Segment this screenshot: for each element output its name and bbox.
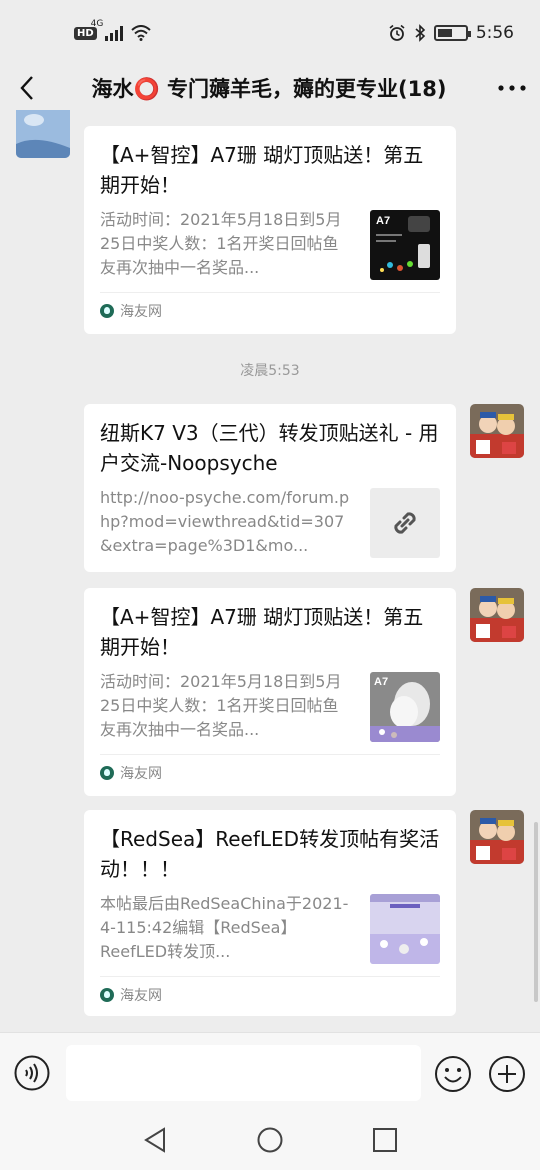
source-name: 海友网	[120, 987, 162, 1004]
self-avatar[interactable]	[470, 810, 524, 864]
card-description: http://noo-psyche.com/forum.php?mod=view…	[100, 488, 350, 555]
message-input[interactable]	[66, 1045, 421, 1101]
card-title: 【RedSea】ReefLED转发顶帖有奖活动！！！	[100, 827, 440, 881]
clock: 5:56	[475, 23, 514, 43]
source-name: 海友网	[120, 303, 162, 320]
message-list[interactable]: 【A+智控】A7珊 瑚灯顶贴送！第五期开始！ 活动时间：2021年5月18日到5…	[0, 110, 540, 1032]
avatar-image	[16, 110, 70, 158]
chat-header: 海水⭕ 专门薅羊毛，薅的更专业(18)	[0, 66, 540, 110]
link-card[interactable]: 【RedSea】ReefLED转发顶帖有奖活动！！！ 本帖最后由RedSeaCh…	[84, 810, 456, 1016]
card-thumbnail: A7	[370, 672, 440, 742]
scrollbar[interactable]	[534, 822, 538, 1002]
link-placeholder	[370, 488, 440, 558]
link-icon	[394, 512, 416, 534]
status-right: 5:56	[388, 23, 514, 43]
source-logo-icon	[100, 303, 114, 318]
avatar-image	[470, 588, 524, 642]
back-triangle-icon[interactable]	[142, 1126, 168, 1154]
card-description: 本帖最后由RedSeaChina于2021-4-115:42编辑【RedSea】…	[100, 894, 349, 961]
voice-icon[interactable]	[14, 1055, 50, 1091]
source-name: 海友网	[120, 765, 162, 782]
self-avatar[interactable]	[470, 404, 524, 458]
more-button[interactable]	[484, 66, 540, 110]
card-thumbnail	[370, 894, 440, 964]
card-description: 活动时间：2021年5月18日到5月25日中奖人数：1名开奖日回帖鱼友再次抽中一…	[100, 210, 342, 277]
back-button[interactable]	[0, 66, 54, 110]
alarm-icon	[389, 24, 405, 41]
svg-text:A7: A7	[376, 215, 390, 227]
sender-avatar[interactable]	[16, 110, 70, 158]
status-bar: HD 4G 5:56	[0, 0, 540, 66]
chat-title: 海水⭕ 专门薅羊毛，薅的更专业(18)	[91, 77, 447, 101]
emoji-icon[interactable]	[434, 1055, 472, 1093]
link-card[interactable]: 纽斯K7 V3（三代）转发顶贴送礼 - 用户交流-Noopsyche http:…	[84, 404, 456, 572]
input-bar	[0, 1032, 540, 1112]
card-source: 海友网	[100, 976, 440, 1012]
signal-icon: 4G	[91, 19, 123, 41]
card-title: 【A+智控】A7珊 瑚灯顶贴送！第五期开始！	[100, 143, 424, 197]
chevron-left-icon	[20, 76, 33, 100]
avatar-image	[470, 404, 524, 458]
more-dots-icon	[498, 85, 526, 91]
self-avatar[interactable]	[470, 588, 524, 642]
network-type: 4G	[90, 19, 104, 29]
card-source: 海友网	[100, 754, 440, 790]
bluetooth-icon	[415, 24, 425, 42]
status-left: HD 4G	[74, 19, 151, 41]
link-card[interactable]: 【A+智控】A7珊 瑚灯顶贴送！第五期开始！ 活动时间：2021年5月18日到5…	[84, 588, 456, 796]
card-title: 【A+智控】A7珊 瑚灯顶贴送！第五期开始！	[100, 605, 424, 659]
card-thumbnail: A7	[370, 210, 440, 280]
system-navigation-bar	[0, 1112, 540, 1170]
plus-icon[interactable]	[488, 1055, 526, 1093]
card-source: 海友网	[100, 292, 440, 328]
source-logo-icon	[100, 765, 114, 780]
home-circle-icon[interactable]	[256, 1126, 284, 1154]
wifi-icon	[131, 25, 151, 41]
recents-square-icon[interactable]	[372, 1126, 398, 1154]
battery-icon	[433, 25, 471, 41]
card-description: 活动时间：2021年5月18日到5月25日中奖人数：1名开奖日回帖鱼友再次抽中一…	[100, 672, 342, 739]
link-card[interactable]: 【A+智控】A7珊 瑚灯顶贴送！第五期开始！ 活动时间：2021年5月18日到5…	[84, 126, 456, 334]
message-timestamp: 凌晨5:53	[240, 363, 300, 379]
avatar-image	[470, 810, 524, 864]
svg-text:A7: A7	[374, 676, 388, 688]
card-title: 纽斯K7 V3（三代）转发顶贴送礼 - 用户交流-Noopsyche	[100, 421, 439, 475]
source-logo-icon	[100, 987, 114, 1002]
